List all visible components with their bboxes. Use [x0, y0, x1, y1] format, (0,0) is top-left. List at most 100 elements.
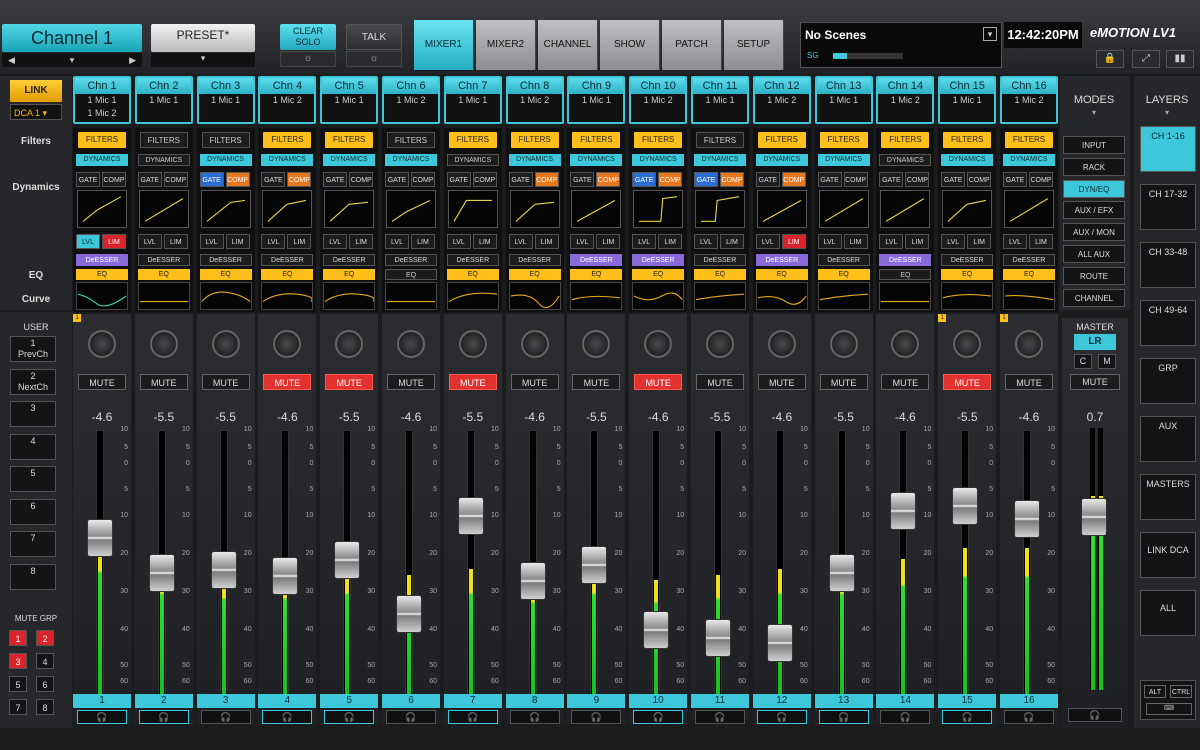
mute-group-button[interactable]: 2: [36, 630, 54, 646]
scenes-panel[interactable]: No Scenes ▾ SG: [800, 22, 1002, 68]
dynamics-graph[interactable]: [695, 190, 745, 228]
lim-button[interactable]: LIM: [102, 234, 126, 249]
gate-button[interactable]: GATE: [261, 172, 286, 187]
eq-curve[interactable]: [632, 282, 685, 310]
mute-button[interactable]: MUTE: [881, 374, 930, 390]
mute-button[interactable]: MUTE: [510, 374, 559, 390]
user-button[interactable]: 3: [10, 401, 56, 427]
filters-button[interactable]: FILTERS: [78, 132, 126, 148]
filters-button[interactable]: FILTERS: [819, 132, 868, 148]
fader-cap[interactable]: [210, 551, 237, 590]
user-button[interactable]: 2 NextCh: [10, 368, 56, 395]
pan-knob[interactable]: [149, 330, 178, 358]
gate-button[interactable]: GATE: [694, 172, 718, 187]
lim-button[interactable]: LIM: [781, 234, 806, 249]
channel-header[interactable]: Chn 6 1 Mic 2: [382, 76, 440, 124]
alt-key[interactable]: ALT: [1144, 685, 1166, 698]
link-button[interactable]: LINK: [10, 80, 62, 102]
headphone-icon[interactable]: 🎧: [447, 710, 498, 724]
lim-button[interactable]: LIM: [843, 234, 868, 249]
eq-button[interactable]: EQ: [446, 269, 499, 280]
eq-curve[interactable]: [76, 282, 128, 310]
lvl-button[interactable]: LVL: [879, 234, 904, 249]
scene-dropdown-icon[interactable]: ▾: [983, 27, 997, 41]
channel-header[interactable]: Chn 15 1 Mic 1: [938, 76, 997, 124]
pan-knob[interactable]: [397, 330, 425, 358]
lim-button[interactable]: LIM: [658, 234, 683, 249]
pan-knob[interactable]: [335, 330, 364, 358]
eq-curve[interactable]: [1003, 282, 1055, 310]
eq-curve[interactable]: [323, 282, 376, 310]
deesser-button[interactable]: DeESSER: [1003, 254, 1055, 266]
dynamics-button[interactable]: DYNAMICS: [879, 154, 932, 166]
master-mute-button[interactable]: MUTE: [1070, 374, 1120, 390]
gate-button[interactable]: GATE: [570, 172, 595, 187]
eq-button[interactable]: EQ: [755, 269, 808, 280]
mute-button[interactable]: MUTE: [634, 374, 683, 390]
mode-button[interactable]: RACK: [1063, 157, 1125, 176]
layer-button[interactable]: CH 49-64: [1140, 300, 1196, 346]
channel-number[interactable]: 8: [505, 694, 564, 708]
dynamics-button[interactable]: DYNAMICS: [199, 154, 252, 166]
fader-track[interactable]: [405, 430, 413, 700]
lvl-button[interactable]: LVL: [508, 234, 533, 249]
eq-button[interactable]: EQ: [632, 269, 685, 280]
fader-track[interactable]: [714, 430, 722, 700]
channel-header[interactable]: Chn 13 1 Mic 1: [814, 76, 873, 124]
filters-button[interactable]: FILTERS: [448, 132, 497, 148]
filters-button[interactable]: FILTERS: [263, 132, 312, 148]
lim-button[interactable]: LIM: [225, 234, 250, 249]
gate-button[interactable]: GATE: [632, 172, 657, 187]
pan-knob[interactable]: [1015, 330, 1043, 358]
channel-number[interactable]: 10: [629, 694, 688, 708]
channel-header[interactable]: Chn 1 1 Mic 1 1 Mic 2: [73, 76, 131, 124]
headphone-icon[interactable]: 🎧: [695, 710, 745, 724]
comp-button[interactable]: COMP: [349, 172, 374, 187]
pan-knob[interactable]: [829, 330, 858, 358]
channel-header[interactable]: Chn 8 1 Mic 2: [505, 76, 564, 124]
eq-curve[interactable]: [261, 282, 314, 310]
eq-curve[interactable]: [817, 282, 870, 310]
eq-button[interactable]: EQ: [694, 269, 746, 280]
channel-header[interactable]: Chn 12 1 Mic 2: [752, 76, 811, 124]
dynamics-button[interactable]: DYNAMICS: [446, 154, 499, 166]
fader-cap[interactable]: [396, 594, 422, 633]
mute-group-button[interactable]: 5: [9, 676, 27, 692]
dynamics-graph[interactable]: [880, 190, 931, 228]
gate-button[interactable]: GATE: [137, 172, 162, 187]
lim-button[interactable]: LIM: [967, 234, 992, 249]
mute-button[interactable]: MUTE: [263, 374, 312, 390]
dynamics-graph[interactable]: [386, 190, 436, 228]
deesser-button[interactable]: DeESSER: [570, 254, 623, 266]
comp-button[interactable]: COMP: [967, 172, 992, 187]
filters-button[interactable]: FILTERS: [510, 132, 559, 148]
dynamics-graph[interactable]: [77, 190, 127, 228]
filters-button[interactable]: FILTERS: [943, 132, 992, 148]
dynamics-button[interactable]: DYNAMICS: [817, 154, 870, 166]
eq-button[interactable]: EQ: [199, 269, 252, 280]
master-headphone-icon[interactable]: 🎧: [1068, 708, 1122, 722]
dynamics-graph[interactable]: [942, 190, 993, 228]
filters-button[interactable]: FILTERS: [572, 132, 621, 148]
dynamics-graph[interactable]: [138, 190, 189, 228]
alt-ctrl-keys[interactable]: ALT CTRL ⌨: [1140, 680, 1196, 720]
eq-curve[interactable]: [755, 282, 808, 310]
lim-button[interactable]: LIM: [163, 234, 188, 249]
gate-button[interactable]: GATE: [941, 172, 966, 187]
dynamics-graph[interactable]: [200, 190, 251, 228]
layer-button[interactable]: AUX: [1140, 416, 1196, 462]
deesser-button[interactable]: DeESSER: [261, 254, 314, 266]
channel-number[interactable]: 9: [567, 694, 626, 708]
fader-track[interactable]: [1023, 430, 1031, 700]
mute-group-button[interactable]: 6: [36, 676, 54, 692]
mode-button[interactable]: AUX / MON: [1063, 223, 1125, 242]
pan-knob[interactable]: [706, 330, 734, 358]
layer-button[interactable]: CH 33-48: [1140, 242, 1196, 288]
pan-knob[interactable]: [644, 330, 673, 358]
deesser-button[interactable]: DeESSER: [508, 254, 561, 266]
headphone-icon[interactable]: 🎧: [509, 710, 560, 724]
mode-button[interactable]: CHANNEL: [1063, 288, 1125, 307]
deesser-button[interactable]: DeESSER: [817, 254, 870, 266]
user-button[interactable]: 4: [10, 433, 56, 460]
mode-button[interactable]: ALL AUX: [1063, 245, 1125, 263]
